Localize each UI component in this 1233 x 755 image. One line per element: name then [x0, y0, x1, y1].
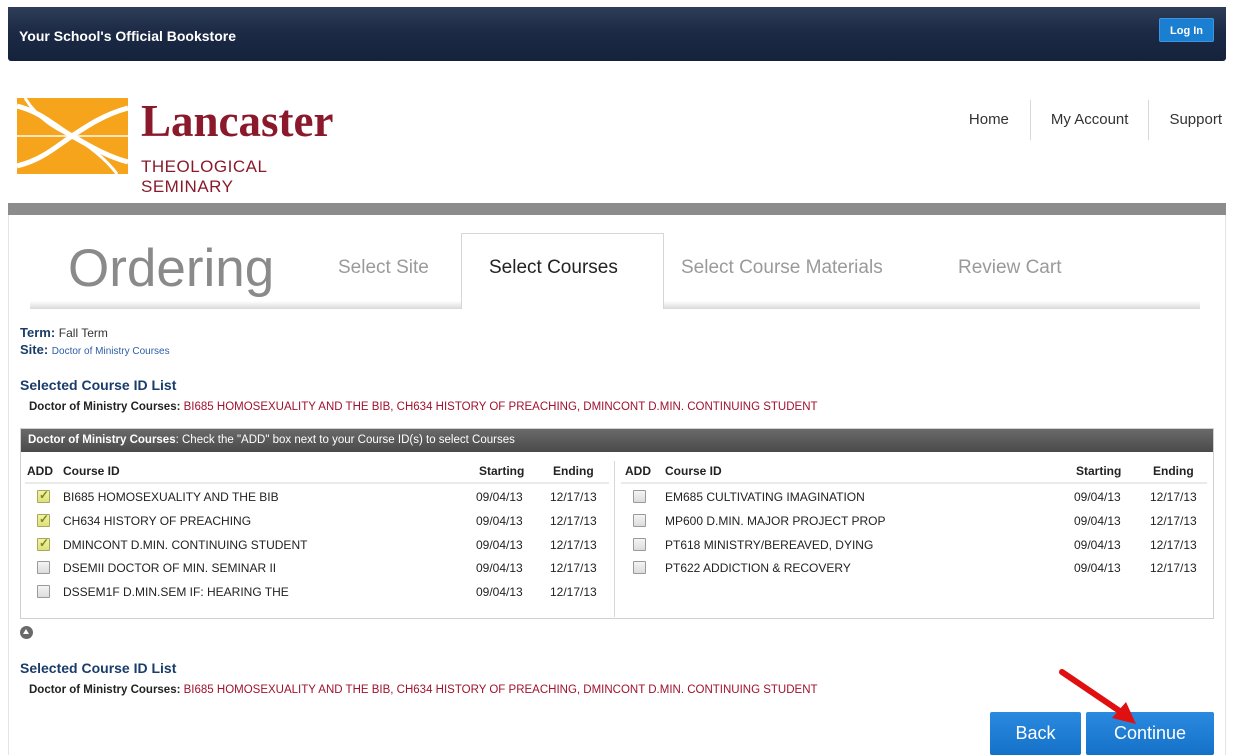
header-nav: Home My Account Support — [949, 100, 1222, 140]
add-checkbox[interactable] — [37, 585, 50, 598]
term-info: Term: Fall Term — [20, 325, 108, 340]
course-end: 12/17/13 — [1150, 561, 1197, 575]
course-start: 09/04/13 — [476, 490, 523, 504]
login-button[interactable]: Log In — [1159, 18, 1214, 42]
course-end: 12/17/13 — [550, 561, 597, 575]
site-label: Site: — [20, 342, 49, 357]
course-row: DMINCONT D.MIN. CONTINUING STUDENT 09/04… — [21, 535, 615, 558]
term-value: Fall Term — [58, 326, 108, 340]
course-row: DSEMII DOCTOR OF MIN. SEMINAR II 09/04/1… — [21, 558, 615, 581]
site-value[interactable]: Doctor of Ministry Courses — [52, 346, 170, 357]
add-checkbox[interactable] — [633, 490, 646, 503]
tab-review-cart[interactable]: Review Cart — [958, 257, 1061, 279]
course-id: PT618 MINISTRY/BEREAVED, DYING — [665, 538, 874, 552]
course-end: 12/17/13 — [550, 514, 597, 528]
header-add: ADD — [625, 464, 651, 478]
course-id: CH634 HISTORY OF PREACHING — [63, 514, 252, 528]
course-id: DMINCONT D.MIN. CONTINUING STUDENT — [63, 538, 308, 552]
selected-list-value: BI685 HOMOSEXUALITY AND THE BIB, CH634 H… — [183, 401, 818, 413]
course-row: DSSEM1F D.MIN.SEM IF: HEARING THE 09/04/… — [21, 582, 615, 605]
collapse-up-icon[interactable] — [20, 626, 33, 639]
selected-list-line: Doctor of Ministry Courses: BI685 HOMOSE… — [29, 401, 818, 413]
header-add: ADD — [27, 464, 53, 478]
course-row: MP600 D.MIN. MAJOR PROJECT PROP 09/04/13… — [615, 511, 1213, 534]
course-start: 09/04/13 — [1074, 561, 1121, 575]
course-start: 09/04/13 — [1074, 490, 1121, 504]
add-checkbox[interactable] — [37, 512, 50, 527]
course-end: 12/17/13 — [550, 490, 597, 504]
course-row: CH634 HISTORY OF PREACHING 09/04/13 12/1… — [21, 511, 615, 534]
tab-select-course-materials[interactable]: Select Course Materials — [681, 257, 883, 279]
school-logo[interactable]: Lancaster THEOLOGICAL SEMINARY — [17, 96, 362, 196]
course-end: 12/17/13 — [1150, 514, 1197, 528]
top-bar: Your School's Official Bookstore Log In — [8, 7, 1226, 61]
course-start: 09/04/13 — [1074, 514, 1121, 528]
school-subtitle: THEOLOGICAL SEMINARY — [141, 157, 267, 196]
selected-list-label: Doctor of Ministry Courses: — [29, 684, 181, 696]
nav-support[interactable]: Support — [1148, 100, 1222, 140]
course-row: PT618 MINISTRY/BEREAVED, DYING 09/04/13 … — [615, 535, 1213, 558]
courses-bar-title: Doctor of Ministry Courses — [28, 434, 176, 446]
course-start: 09/04/13 — [476, 514, 523, 528]
course-row: EM685 CULTIVATING IMAGINATION 09/04/13 1… — [615, 487, 1213, 510]
course-start: 09/04/13 — [476, 538, 523, 552]
nav-home[interactable]: Home — [949, 100, 1030, 140]
add-checkbox[interactable] — [633, 538, 646, 551]
selected-list-title-bottom: Selected Course ID List — [20, 660, 177, 676]
courses-instruction-bar: Doctor of Ministry Courses: Check the "A… — [21, 429, 1213, 452]
add-checkbox[interactable] — [633, 514, 646, 527]
header-course-id: Course ID — [63, 464, 120, 478]
course-start: 09/04/13 — [476, 585, 523, 599]
course-end: 12/17/13 — [550, 538, 597, 552]
tab-select-courses[interactable]: Select Courses — [489, 257, 618, 279]
store-title: Your School's Official Bookstore — [19, 28, 236, 44]
course-id: DSEMII DOCTOR OF MIN. SEMINAR II — [63, 561, 277, 575]
course-id: MP600 D.MIN. MAJOR PROJECT PROP — [665, 514, 886, 528]
nav-my-account[interactable]: My Account — [1029, 100, 1149, 140]
selected-list-label: Doctor of Ministry Courses: — [29, 401, 181, 413]
seminary-logo-mark-icon — [17, 98, 128, 174]
course-end: 12/17/13 — [1150, 538, 1197, 552]
course-row: BI685 HOMOSEXUALITY AND THE BIB 09/04/13… — [21, 487, 615, 510]
course-id: BI685 HOMOSEXUALITY AND THE BIB — [63, 490, 279, 504]
course-end: 12/17/13 — [550, 585, 597, 599]
page-title: Ordering — [68, 239, 275, 298]
course-id: DSSEM1F D.MIN.SEM IF: HEARING THE — [63, 585, 289, 599]
course-start: 09/04/13 — [476, 561, 523, 575]
add-checkbox[interactable] — [37, 488, 50, 503]
selected-list-value: BI685 HOMOSEXUALITY AND THE BIB, CH634 H… — [183, 684, 818, 696]
header-starting: Starting — [1076, 464, 1122, 478]
course-id: PT622 ADDICTION & RECOVERY — [665, 561, 851, 575]
course-start: 09/04/13 — [1074, 538, 1121, 552]
courses-bar-text: : Check the "ADD" box next to your Cours… — [175, 434, 515, 446]
add-checkbox[interactable] — [633, 561, 646, 574]
tab-select-site[interactable]: Select Site — [338, 257, 429, 279]
course-row: PT622 ADDICTION & RECOVERY 09/04/13 12/1… — [615, 558, 1213, 581]
add-checkbox[interactable] — [37, 536, 50, 551]
header-ending: Ending — [553, 464, 594, 478]
site-info: Site: Doctor of Ministry Courses — [20, 342, 170, 357]
header-course-id: Course ID — [665, 464, 722, 478]
header-ending: Ending — [1153, 464, 1194, 478]
courses-column-left: ADD Course ID Starting Ending BI685 HOMO… — [21, 461, 615, 617]
term-label: Term: — [20, 325, 56, 340]
selected-list-title: Selected Course ID List — [20, 377, 177, 393]
header-divider — [8, 203, 1226, 215]
selected-list-line-bottom: Doctor of Ministry Courses: BI685 HOMOSE… — [29, 684, 818, 696]
courses-panel: Doctor of Ministry Courses: Check the "A… — [20, 428, 1214, 619]
course-id: EM685 CULTIVATING IMAGINATION — [665, 490, 865, 504]
red-arrow-icon — [1059, 669, 1136, 724]
course-end: 12/17/13 — [1150, 490, 1197, 504]
school-name: Lancaster — [141, 96, 334, 146]
add-checkbox[interactable] — [37, 561, 50, 574]
header-starting: Starting — [479, 464, 525, 478]
